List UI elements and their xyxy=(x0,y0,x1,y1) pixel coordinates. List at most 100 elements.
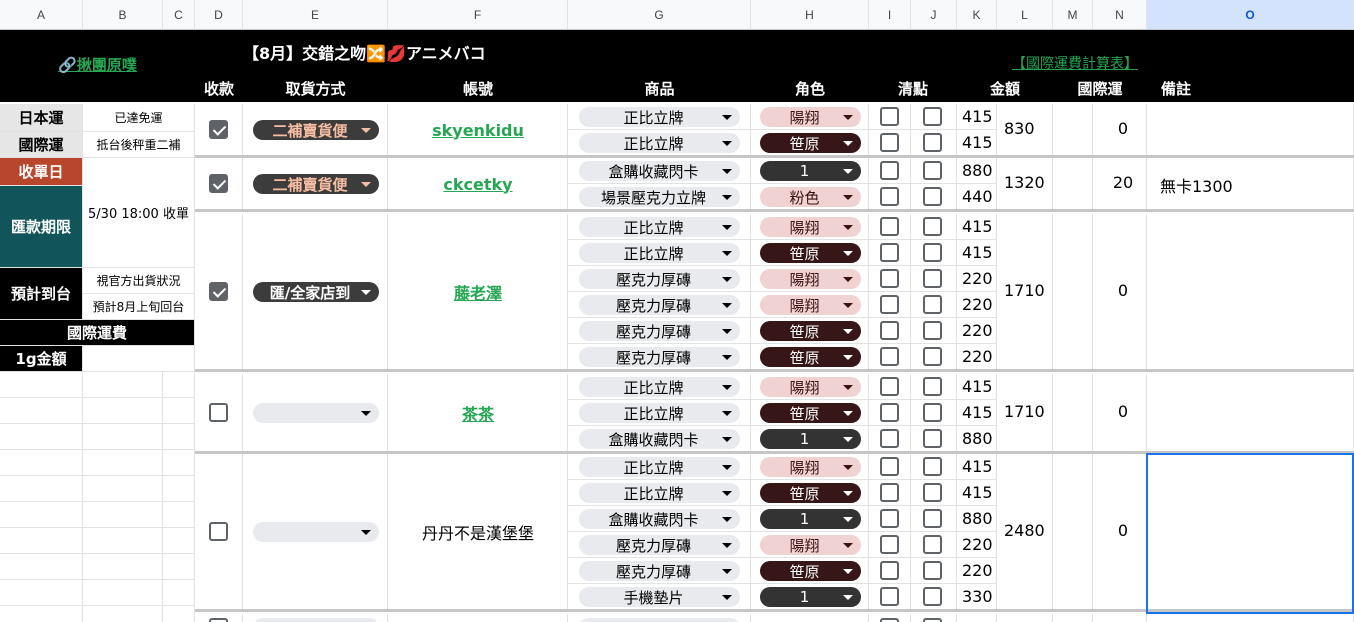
column-header-l[interactable]: L xyxy=(997,0,1053,30)
top-link-cell[interactable]: 🔗揪團原噗 xyxy=(0,48,195,80)
empty-cell[interactable] xyxy=(163,554,195,580)
check-checkbox-2[interactable] xyxy=(923,321,942,340)
check-checkbox-2[interactable] xyxy=(923,561,942,580)
check-checkbox-2[interactable] xyxy=(923,107,942,126)
check-checkbox-2[interactable] xyxy=(923,618,942,622)
empty-cell[interactable] xyxy=(0,580,83,606)
original-post-link[interactable]: 🔗揪團原噗 xyxy=(58,54,137,75)
role-dropdown[interactable]: 1 xyxy=(760,509,861,529)
empty-cell[interactable] xyxy=(83,580,163,606)
check-checkbox-2[interactable] xyxy=(923,403,942,422)
empty-cell[interactable] xyxy=(83,606,163,622)
order-cell[interactable] xyxy=(1053,454,1093,610)
empty-cell[interactable] xyxy=(0,606,83,622)
empty-cell[interactable] xyxy=(83,554,163,580)
role-dropdown[interactable]: 笹原 xyxy=(760,321,861,341)
empty-cell[interactable] xyxy=(0,476,83,502)
payment-checkbox[interactable] xyxy=(209,618,228,622)
product-dropdown[interactable]: 正比立牌 xyxy=(579,243,740,263)
check-checkbox-2[interactable] xyxy=(923,269,942,288)
check-checkbox-1[interactable] xyxy=(880,429,899,448)
order-cell[interactable] xyxy=(1147,614,1354,622)
pickup-dropdown[interactable] xyxy=(253,403,379,423)
order-cell[interactable] xyxy=(1053,374,1093,452)
empty-cell[interactable] xyxy=(83,476,163,502)
product-dropdown[interactable]: 壓克力厚磚 xyxy=(579,561,740,581)
role-dropdown[interactable]: 陽翔 xyxy=(760,377,861,397)
payment-checkbox[interactable] xyxy=(209,174,228,193)
empty-cell[interactable] xyxy=(0,424,83,450)
column-header-f[interactable]: F xyxy=(388,0,568,30)
account-name[interactable]: skyenkidu xyxy=(388,118,568,142)
role-dropdown[interactable]: 笹原 xyxy=(760,561,861,581)
check-checkbox-2[interactable] xyxy=(923,587,942,606)
check-checkbox-1[interactable] xyxy=(880,269,899,288)
order-cell[interactable] xyxy=(388,614,568,622)
check-checkbox-1[interactable] xyxy=(880,561,899,580)
empty-cell[interactable] xyxy=(163,606,195,622)
pickup-dropdown[interactable]: 二補賣貨便 xyxy=(253,120,379,140)
empty-cell[interactable] xyxy=(163,476,195,502)
check-checkbox-2[interactable] xyxy=(923,535,942,554)
order-cell[interactable] xyxy=(957,614,997,622)
check-checkbox-2[interactable] xyxy=(923,509,942,528)
product-dropdown[interactable]: 壓克力厚磚 xyxy=(579,347,740,367)
order-cell[interactable] xyxy=(1147,214,1354,370)
check-checkbox-1[interactable] xyxy=(880,217,899,236)
role-dropdown[interactable]: 1 xyxy=(760,587,861,607)
check-checkbox-1[interactable] xyxy=(880,618,899,622)
check-checkbox-2[interactable] xyxy=(923,483,942,502)
column-header-j[interactable]: J xyxy=(911,0,957,30)
selected-cell[interactable] xyxy=(1146,453,1354,614)
product-dropdown[interactable]: 正比立牌 xyxy=(579,403,740,423)
order-cell[interactable] xyxy=(997,614,1053,622)
pickup-dropdown[interactable] xyxy=(253,522,379,542)
role-dropdown[interactable]: 陽翔 xyxy=(760,535,861,555)
account-name[interactable]: 藤老澤 xyxy=(388,280,568,304)
product-dropdown[interactable]: 壓克力厚磚 xyxy=(579,535,740,555)
product-dropdown[interactable]: 正比立牌 xyxy=(579,217,740,237)
column-header-c[interactable]: C xyxy=(163,0,195,30)
account-name[interactable]: 茶茶 xyxy=(388,401,568,425)
shipping-calc-link[interactable]: 【國際運費計算表】 xyxy=(1012,53,1138,73)
empty-cell[interactable] xyxy=(163,398,195,424)
product-dropdown[interactable]: 手機墊片 xyxy=(579,587,740,607)
empty-cell[interactable] xyxy=(163,372,195,398)
empty-cell[interactable] xyxy=(163,424,195,450)
empty-cell[interactable] xyxy=(83,502,163,528)
column-header-m[interactable]: M xyxy=(1053,0,1093,30)
check-checkbox-1[interactable] xyxy=(880,107,899,126)
order-cell[interactable] xyxy=(1053,158,1093,210)
role-dropdown[interactable]: 笹原 xyxy=(760,243,861,263)
check-checkbox-2[interactable] xyxy=(923,161,942,180)
empty-cell[interactable] xyxy=(0,450,83,476)
role-dropdown[interactable]: 1 xyxy=(760,429,861,449)
payment-checkbox[interactable] xyxy=(209,282,228,301)
check-checkbox-2[interactable] xyxy=(923,217,942,236)
check-checkbox-1[interactable] xyxy=(880,509,899,528)
column-header-i[interactable]: I xyxy=(869,0,911,30)
product-dropdown[interactable]: 正比立牌 xyxy=(579,107,740,127)
check-checkbox-1[interactable] xyxy=(880,243,899,262)
role-dropdown[interactable]: 陽翔 xyxy=(760,269,861,289)
check-checkbox-1[interactable] xyxy=(880,483,899,502)
pickup-dropdown[interactable]: 二補賣貨便 xyxy=(253,174,379,194)
role-dropdown[interactable]: 1 xyxy=(760,161,861,181)
empty-cell[interactable] xyxy=(83,424,163,450)
empty-cell[interactable] xyxy=(0,372,83,398)
empty-cell[interactable] xyxy=(163,450,195,476)
payment-checkbox[interactable] xyxy=(209,120,228,139)
product-dropdown[interactable]: 壓克力厚磚 xyxy=(579,295,740,315)
check-checkbox-2[interactable] xyxy=(923,377,942,396)
role-dropdown[interactable]: 陽翔 xyxy=(760,217,861,237)
product-dropdown[interactable]: 正比立牌 xyxy=(579,457,740,477)
check-checkbox-1[interactable] xyxy=(880,321,899,340)
column-header-d[interactable]: D xyxy=(195,0,243,30)
product-dropdown[interactable]: 場景壓克力立牌 xyxy=(579,187,740,207)
empty-cell[interactable] xyxy=(83,398,163,424)
order-cell[interactable] xyxy=(1147,374,1354,452)
empty-cell[interactable] xyxy=(83,372,163,398)
role-dropdown[interactable]: 陽翔 xyxy=(760,295,861,315)
order-cell[interactable] xyxy=(1053,214,1093,370)
per-gram-value[interactable] xyxy=(83,346,195,372)
